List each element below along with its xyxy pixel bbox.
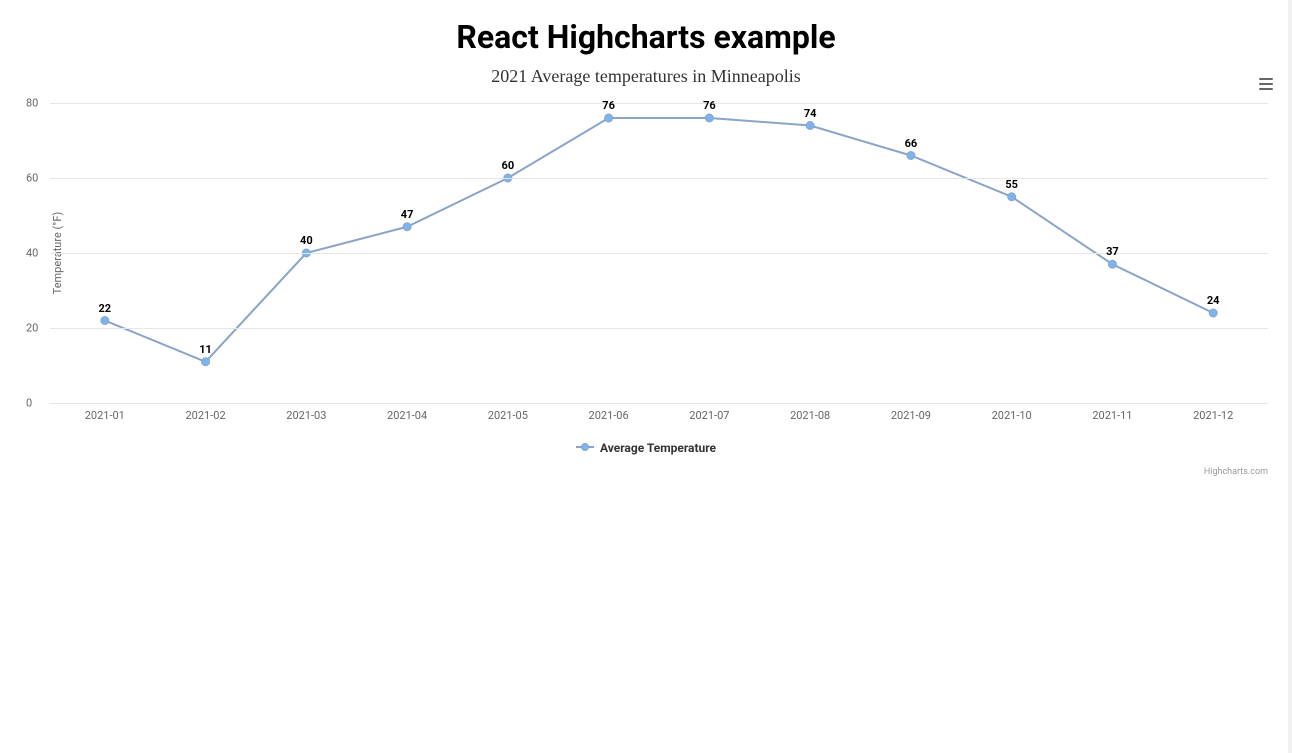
x-tick-label: 2021-10 — [992, 409, 1032, 422]
chart-context-menu-button[interactable] — [1254, 72, 1278, 96]
data-point[interactable] — [605, 114, 613, 122]
chart-container: 2021 Average temperatures in Minneapolis… — [10, 66, 1282, 456]
data-point[interactable] — [1008, 193, 1016, 201]
y-tick-label: 80 — [26, 97, 38, 110]
hamburger-icon — [1259, 78, 1273, 80]
gridline — [50, 253, 1268, 254]
legend-item-label: Average Temperature — [600, 441, 716, 455]
plot-area: Temperature (°F) 02040608022114047607676… — [50, 103, 1268, 403]
data-point[interactable] — [806, 122, 814, 130]
x-axis: 2021-01 2021-02 2021-03 2021-04 2021-05 2021-… — [50, 403, 1268, 427]
chart-title: 2021 Average temperatures in Minneapolis — [10, 66, 1282, 87]
data-point[interactable] — [202, 358, 210, 366]
x-tick-label: 2021-12 — [1193, 409, 1233, 422]
y-tick-label: 40 — [26, 247, 38, 260]
data-point[interactable] — [705, 114, 713, 122]
x-tick-label: 2021-05 — [488, 409, 528, 422]
gridline — [50, 178, 1268, 179]
series-line — [105, 118, 1213, 362]
page-title: React Highcharts example — [0, 18, 1292, 56]
x-tick-label: 2021-07 — [689, 409, 729, 422]
x-tick-label: 2021-11 — [1092, 409, 1132, 422]
y-tick-label: 0 — [26, 397, 32, 410]
data-point[interactable] — [1209, 309, 1217, 317]
y-tick-label: 60 — [26, 172, 38, 185]
credits-link[interactable]: Highcharts.com — [1204, 467, 1268, 477]
gridline — [50, 103, 1268, 104]
legend-marker-icon — [576, 441, 594, 456]
x-tick-label: 2021-09 — [891, 409, 931, 422]
x-tick-label: 2021-01 — [85, 409, 125, 422]
legend[interactable]: Average Temperature — [10, 441, 1282, 456]
x-tick-label: 2021-06 — [589, 409, 629, 422]
x-tick-label: 2021-02 — [185, 409, 225, 422]
gridline — [50, 328, 1268, 329]
scrollbar-track — [1288, 0, 1292, 753]
x-tick-label: 2021-08 — [790, 409, 830, 422]
y-tick-label: 20 — [26, 322, 38, 335]
data-point[interactable] — [101, 317, 109, 325]
x-tick-label: 2021-04 — [387, 409, 427, 422]
x-tick-label: 2021-03 — [286, 409, 326, 422]
data-point[interactable] — [1108, 260, 1116, 268]
data-point[interactable] — [403, 223, 411, 231]
data-point[interactable] — [907, 152, 915, 160]
